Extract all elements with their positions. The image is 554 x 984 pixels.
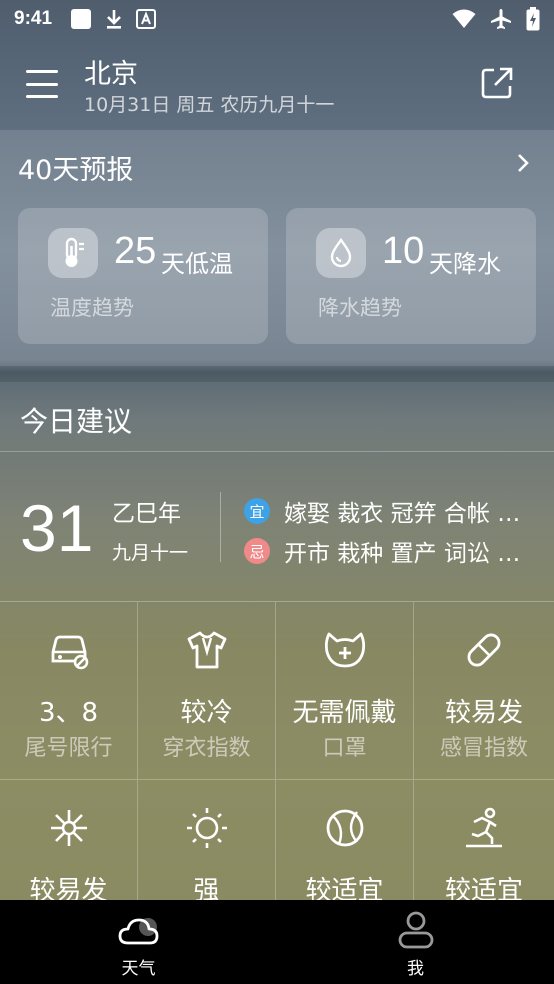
index-value: 较易发	[444, 698, 523, 728]
status-right-icons	[452, 7, 540, 31]
status-time: 9:41	[14, 8, 53, 29]
nav-weather[interactable]: 天气	[0, 900, 277, 984]
index-sports[interactable]: 较适宜	[276, 780, 414, 902]
menu-button[interactable]	[24, 66, 60, 102]
index-uv[interactable]: 强	[138, 780, 276, 902]
font-a-icon	[136, 9, 157, 29]
chevron-right-icon[interactable]	[514, 152, 532, 174]
forecast-section: 40天预报 25 天低温 温度趋势 10 天降水 降水趋势	[0, 130, 554, 366]
calendar-year: 乙巳年	[112, 501, 181, 527]
battery-charging-icon	[526, 7, 540, 31]
person-icon	[398, 911, 433, 949]
calendar-lunar-date: 九月十一	[112, 542, 189, 564]
nav-me-label: 我	[407, 959, 424, 979]
raindrop-icon	[316, 228, 366, 278]
rain-unit: 天降水	[429, 250, 501, 278]
index-allergy[interactable]: 较易发	[0, 780, 138, 902]
nav-weather-label: 天气	[121, 959, 156, 979]
cloud-icon	[118, 918, 158, 945]
rain-days: 10	[382, 230, 425, 272]
ji-text: 开市 栽种 置产 词讼 …	[284, 541, 521, 567]
advice-title: 今日建议	[20, 405, 133, 438]
life-index-grid: 3、8 尾号限行 较冷 穿衣指数 无需佩戴 口罩 较易发 感冒指数 较易发 强 …	[0, 602, 554, 902]
download-icon	[104, 8, 124, 30]
index-value: 较易发	[29, 876, 108, 902]
ji-row: 忌 开市 栽种 置产 词讼 …	[244, 534, 550, 568]
city-name[interactable]: 北京	[84, 52, 138, 91]
ball-icon	[326, 809, 363, 847]
running-icon	[466, 807, 502, 848]
temperature-trend-card[interactable]: 25 天低温 温度趋势	[18, 208, 268, 344]
index-cold[interactable]: 较易发 感冒指数	[414, 602, 554, 780]
yi-row: 宜 嫁娶 裁衣 冠笄 合帐 …	[244, 494, 550, 528]
index-value: 较适宜	[444, 876, 523, 902]
menu-line	[26, 70, 58, 73]
index-value: 3、8	[38, 698, 99, 728]
wifi-icon	[452, 9, 476, 29]
pill-icon	[467, 633, 501, 667]
mask-icon	[324, 632, 365, 668]
index-label: 感冒指数	[439, 736, 528, 761]
airplane-icon	[490, 8, 512, 30]
advice-header: 今日建议	[0, 382, 554, 452]
almanac-row[interactable]: 31 乙巳年 九月十一 宜 嫁娶 裁衣 冠笄 合帐 … 忌 开市 栽种 置产 词…	[0, 452, 554, 602]
index-traffic-restriction[interactable]: 3、8 尾号限行	[0, 602, 138, 780]
low-temp-unit: 天低温	[161, 250, 233, 278]
yi-text: 嫁娶 裁衣 冠笄 合帐 …	[284, 501, 521, 527]
snowflake-icon	[50, 810, 87, 846]
calendar-day: 31	[20, 491, 94, 565]
index-label: 口罩	[322, 736, 367, 761]
car-icon	[51, 635, 88, 670]
sun-icon	[186, 808, 227, 848]
index-exercise[interactable]: 较适宜	[414, 780, 554, 902]
ji-badge: 忌	[244, 538, 270, 564]
precipitation-trend-label: 降水趋势	[318, 296, 402, 320]
index-label: 尾号限行	[24, 736, 113, 761]
status-left-icons	[70, 8, 157, 30]
thermometer-icon	[48, 228, 98, 278]
index-value: 强	[193, 876, 220, 902]
share-button[interactable]	[480, 66, 514, 100]
forecast-title[interactable]: 40天预报	[18, 148, 133, 187]
share-icon	[481, 67, 513, 99]
low-temp-days: 25	[114, 230, 157, 272]
yi-badge: 宜	[244, 498, 270, 524]
shirt-icon	[187, 631, 226, 669]
status-bar: 9:41	[0, 0, 554, 38]
date-line: 10月31日 周五 农历九月十一	[84, 94, 335, 116]
menu-line	[26, 95, 58, 98]
index-value: 无需佩戴	[292, 698, 397, 728]
divider	[220, 492, 221, 562]
precipitation-trend-card[interactable]: 10 天降水 降水趋势	[286, 208, 536, 344]
index-dressing[interactable]: 较冷 穿衣指数	[138, 602, 276, 780]
menu-line	[26, 82, 58, 86]
index-mask[interactable]: 无需佩戴 口罩	[276, 602, 414, 780]
nav-me[interactable]: 我	[277, 900, 554, 984]
index-value: 较冷	[180, 698, 233, 728]
index-label: 穿衣指数	[162, 736, 251, 761]
app-header: 北京 10月31日 周五 农历九月十一	[0, 44, 554, 124]
bottom-nav: 天气 我	[0, 900, 554, 984]
square-notification-icon	[70, 8, 92, 30]
index-value: 较适宜	[305, 876, 384, 902]
temperature-trend-label: 温度趋势	[50, 296, 134, 320]
